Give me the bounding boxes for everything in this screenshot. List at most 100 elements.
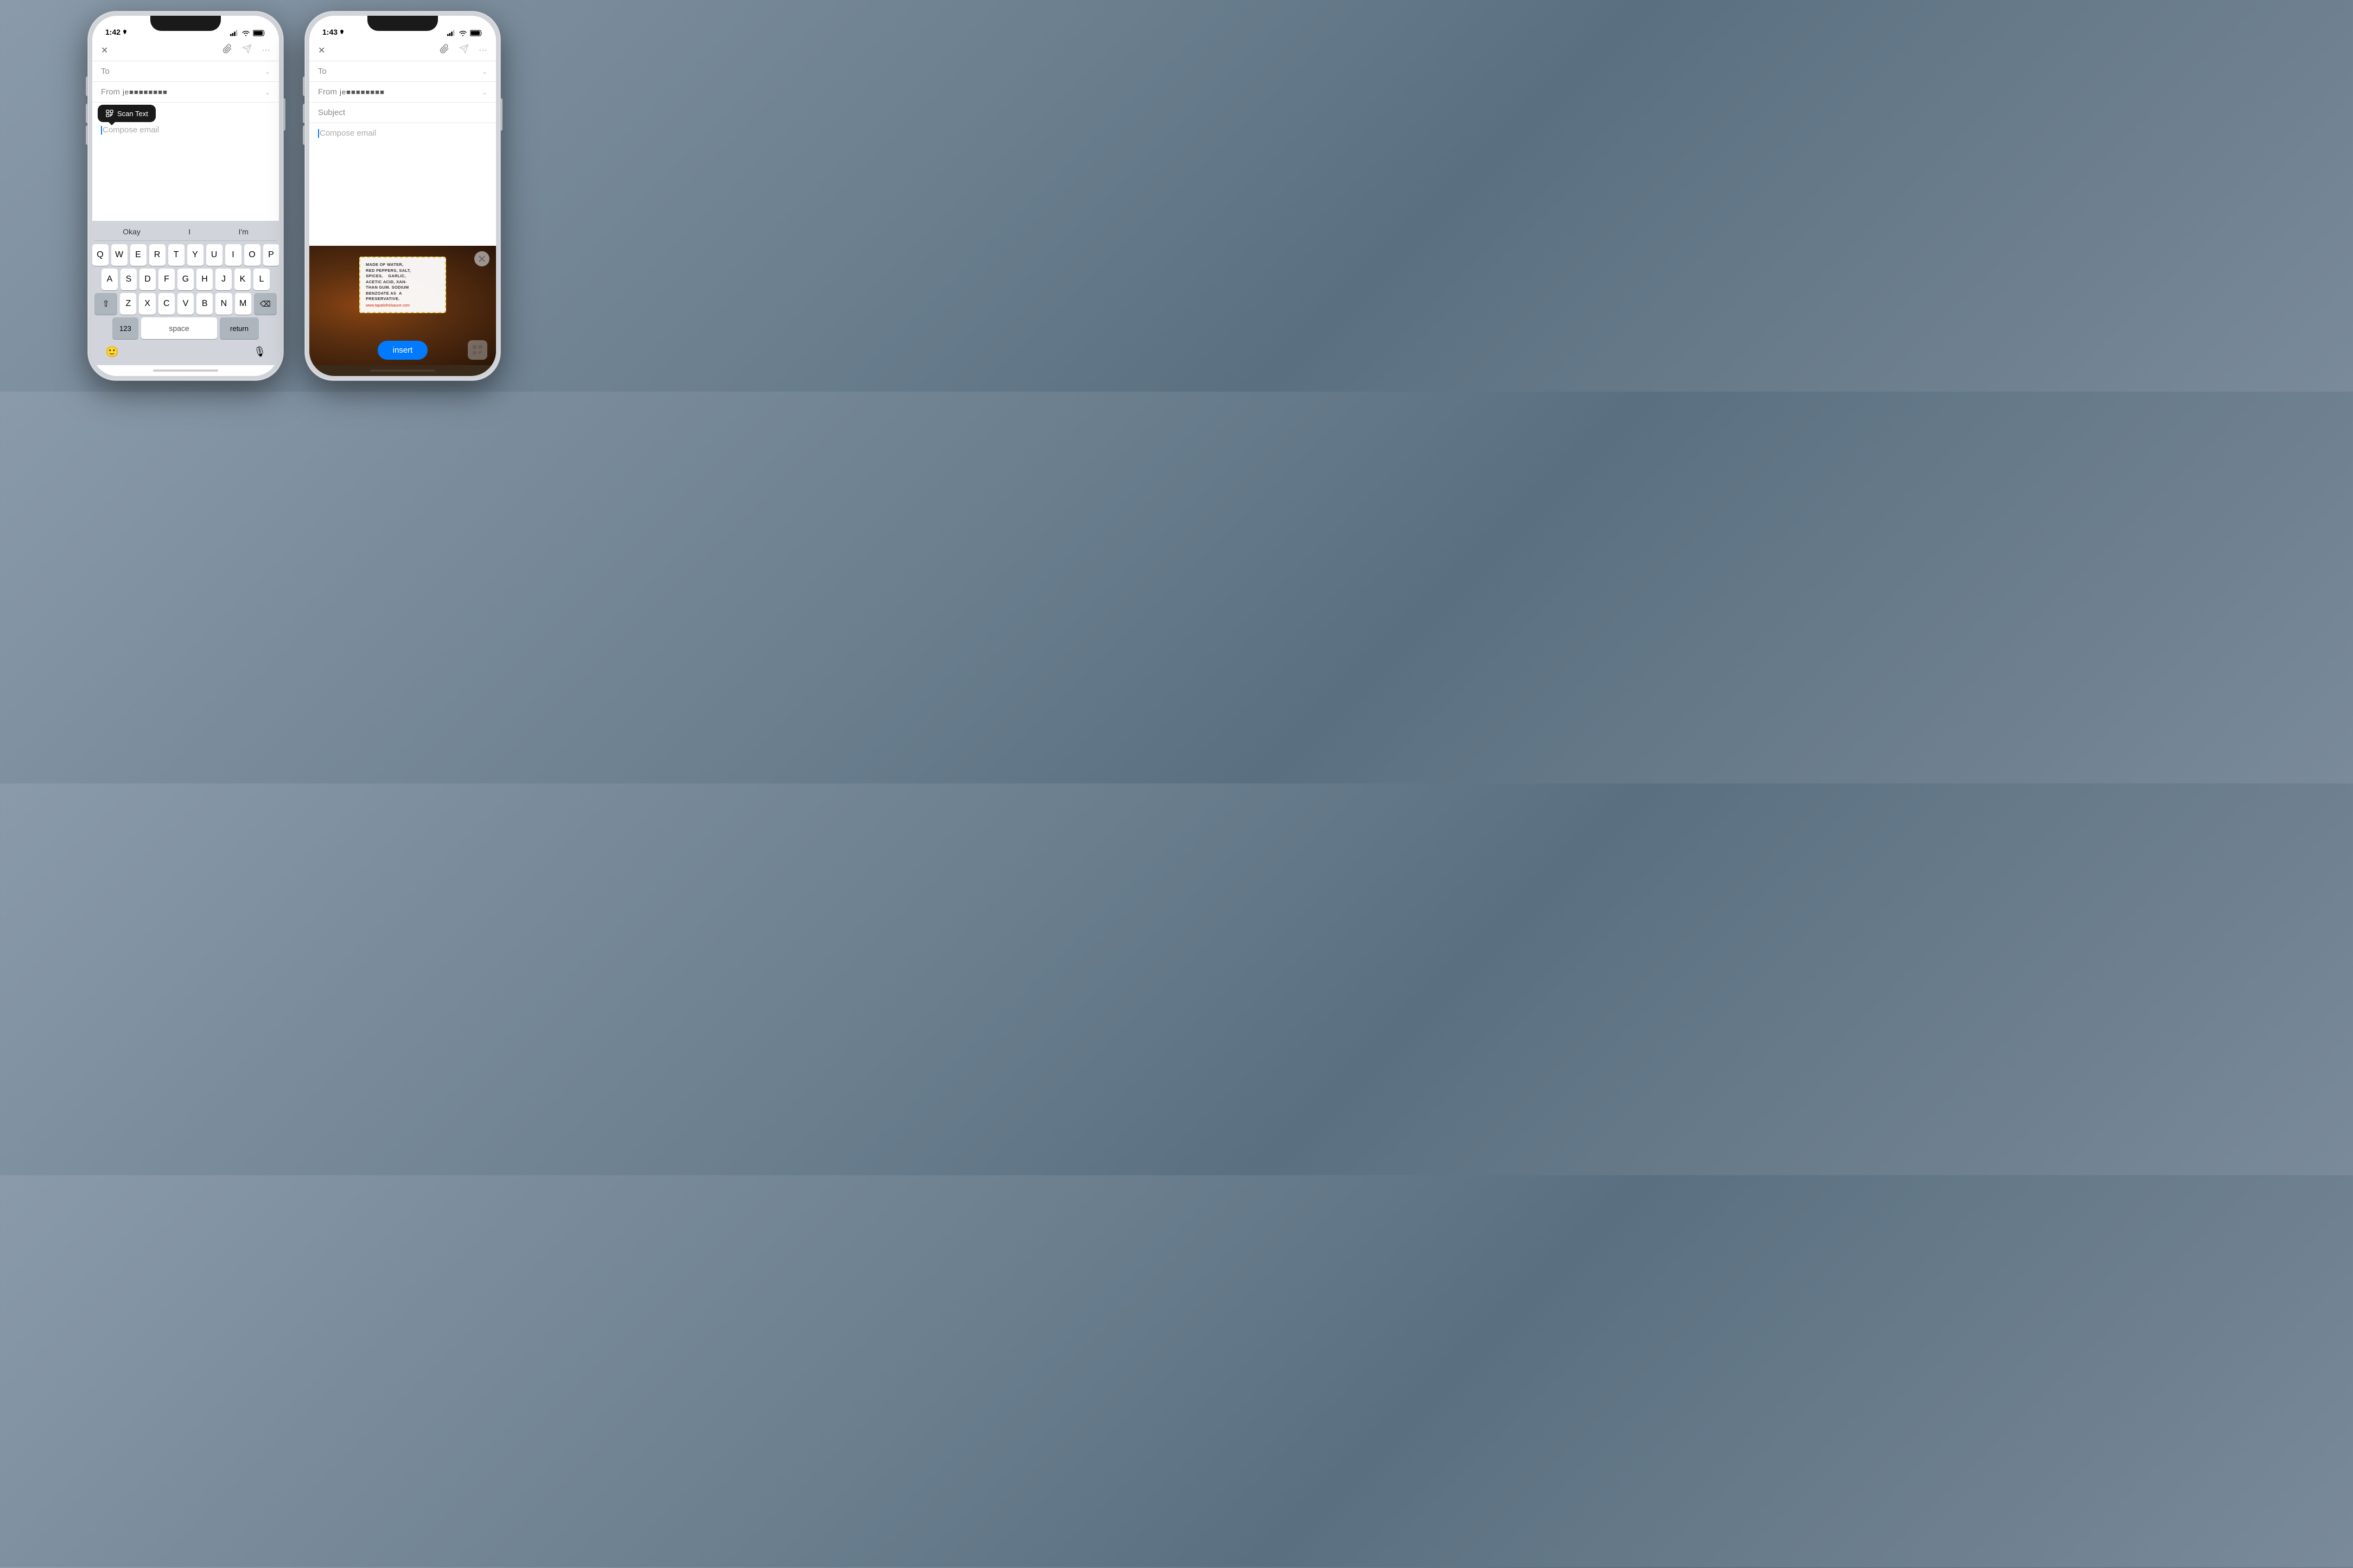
status-time-2: 1:43 [322, 28, 345, 36]
camera-background: MADE OF WATER,RED PEPPERS, SALT,SPICES, … [309, 246, 496, 365]
key-row-3: ⇧ Z X C V B N M ⌫ [94, 293, 277, 315]
key-v[interactable]: V [177, 293, 194, 315]
key-m[interactable]: M [235, 293, 251, 315]
key-row-1: Q W E R T Y U I O P [94, 244, 277, 266]
scan-icon [105, 109, 114, 118]
to-label-1: To [101, 67, 123, 76]
notch-1 [150, 16, 221, 31]
to-field-2[interactable]: To ⌄ [309, 61, 496, 82]
home-indicator-1 [92, 365, 279, 376]
mail-toolbar-1: ✕ ··· [92, 40, 279, 61]
more-button-2[interactable]: ··· [479, 46, 487, 55]
battery-icon-2 [470, 30, 483, 36]
to-chevron-1: ⌄ [265, 68, 270, 75]
key-y[interactable]: Y [187, 244, 203, 266]
compose-placeholder-2: Compose email [320, 129, 376, 138]
mail-header-icons-2: ··· [440, 44, 487, 56]
signal-icon-1 [230, 30, 239, 36]
key-u[interactable]: U [206, 244, 222, 266]
signal-icon-2 [447, 30, 456, 36]
scan-icon-button[interactable] [468, 340, 487, 360]
scan-text-label: Scan Text [117, 110, 148, 118]
key-k[interactable]: K [234, 269, 251, 290]
keyboard-suggestions-1: Okay I I'm [94, 225, 277, 241]
key-delete[interactable]: ⌫ [254, 293, 277, 315]
close-button-2[interactable]: ✕ [318, 45, 325, 56]
suggestion-im[interactable]: I'm [233, 227, 254, 236]
key-row-2: A S D F G H J K L [94, 269, 277, 290]
mail-header-icons-1: ··· [222, 44, 270, 56]
from-field-2[interactable]: From je■■■■■■■■ ⌄ [309, 82, 496, 103]
from-label-1: From [101, 87, 123, 97]
status-icons-2 [447, 30, 483, 36]
from-label-2: From [318, 87, 340, 97]
status-icons-1 [230, 30, 266, 36]
attach-button-1[interactable] [222, 44, 232, 56]
key-e[interactable]: E [130, 244, 147, 266]
key-t[interactable]: T [168, 244, 185, 266]
more-button-1[interactable]: ··· [262, 46, 270, 55]
emoji-button-1[interactable]: 🙂 [105, 345, 119, 359]
close-button-1[interactable]: ✕ [101, 45, 108, 56]
cursor-1 [101, 126, 102, 135]
wifi-icon-1 [241, 30, 250, 36]
scan-camera-icon [472, 345, 483, 355]
suggestion-okay[interactable]: Okay [117, 227, 146, 236]
key-l[interactable]: L [253, 269, 270, 290]
key-space[interactable]: space [141, 317, 217, 339]
key-z[interactable]: Z [120, 293, 136, 315]
suggestion-i[interactable]: I [183, 227, 196, 236]
key-p[interactable]: P [263, 244, 279, 266]
key-a[interactable]: A [101, 269, 118, 290]
key-n[interactable]: N [215, 293, 232, 315]
to-label-2: To [318, 67, 340, 76]
phone-2: 1:43 [305, 11, 500, 380]
compose-placeholder-1: Compose email [103, 125, 159, 135]
from-field-1[interactable]: From je■■■■■■■■ ⌄ [92, 82, 279, 103]
key-g[interactable]: G [177, 269, 194, 290]
key-f[interactable]: F [158, 269, 175, 290]
key-r[interactable]: R [149, 244, 166, 266]
key-return[interactable]: return [220, 317, 259, 339]
send-button-2[interactable] [459, 44, 469, 56]
key-123[interactable]: 123 [112, 317, 138, 339]
camera-view: MADE OF WATER,RED PEPPERS, SALT,SPICES, … [309, 246, 496, 365]
key-j[interactable]: J [215, 269, 232, 290]
battery-icon-1 [253, 30, 266, 36]
send-button-1[interactable] [242, 44, 252, 56]
mic-button-1[interactable]: 🎙 [253, 346, 266, 358]
key-i[interactable]: I [225, 244, 241, 266]
notch-2 [367, 16, 438, 31]
location-icon-2 [339, 29, 345, 35]
subject-field-2[interactable]: Subject [309, 103, 496, 123]
key-w[interactable]: W [111, 244, 128, 266]
insert-button[interactable]: insert [378, 341, 428, 360]
status-time-1: 1:42 [105, 28, 128, 36]
insert-bar: insert [309, 340, 496, 360]
key-s[interactable]: S [120, 269, 137, 290]
key-shift[interactable]: ⇧ [94, 293, 117, 315]
from-value-1: je■■■■■■■■ [123, 88, 265, 96]
key-q[interactable]: Q [92, 244, 109, 266]
keyboard-1: Okay I I'm Q W E R T Y U I O P [92, 221, 279, 365]
key-x[interactable]: X [139, 293, 155, 315]
to-field-1[interactable]: To ⌄ [92, 61, 279, 82]
wifi-icon-2 [459, 30, 467, 36]
scan-text-tooltip[interactable]: Scan Text [98, 105, 156, 122]
from-chevron-2: ⌄ [482, 88, 487, 96]
key-d[interactable]: D [139, 269, 156, 290]
compose-area-2[interactable]: Compose email [309, 123, 496, 246]
key-o[interactable]: O [244, 244, 260, 266]
key-b[interactable]: B [196, 293, 213, 315]
phone-1-screen: 1:42 [92, 16, 279, 376]
phone-1: 1:42 [88, 11, 283, 380]
location-icon-1 [122, 29, 128, 35]
phone-2-screen: 1:43 [309, 16, 496, 376]
home-bar-1 [153, 369, 218, 372]
key-h[interactable]: H [196, 269, 213, 290]
compose-area-1[interactable]: Scan Text Compose email [92, 103, 279, 221]
attach-button-2[interactable] [440, 44, 449, 56]
key-c[interactable]: C [158, 293, 175, 315]
label-ingredients-text: MADE OF WATER,RED PEPPERS, SALT,SPICES, … [366, 262, 440, 302]
camera-close-button[interactable] [474, 251, 489, 266]
